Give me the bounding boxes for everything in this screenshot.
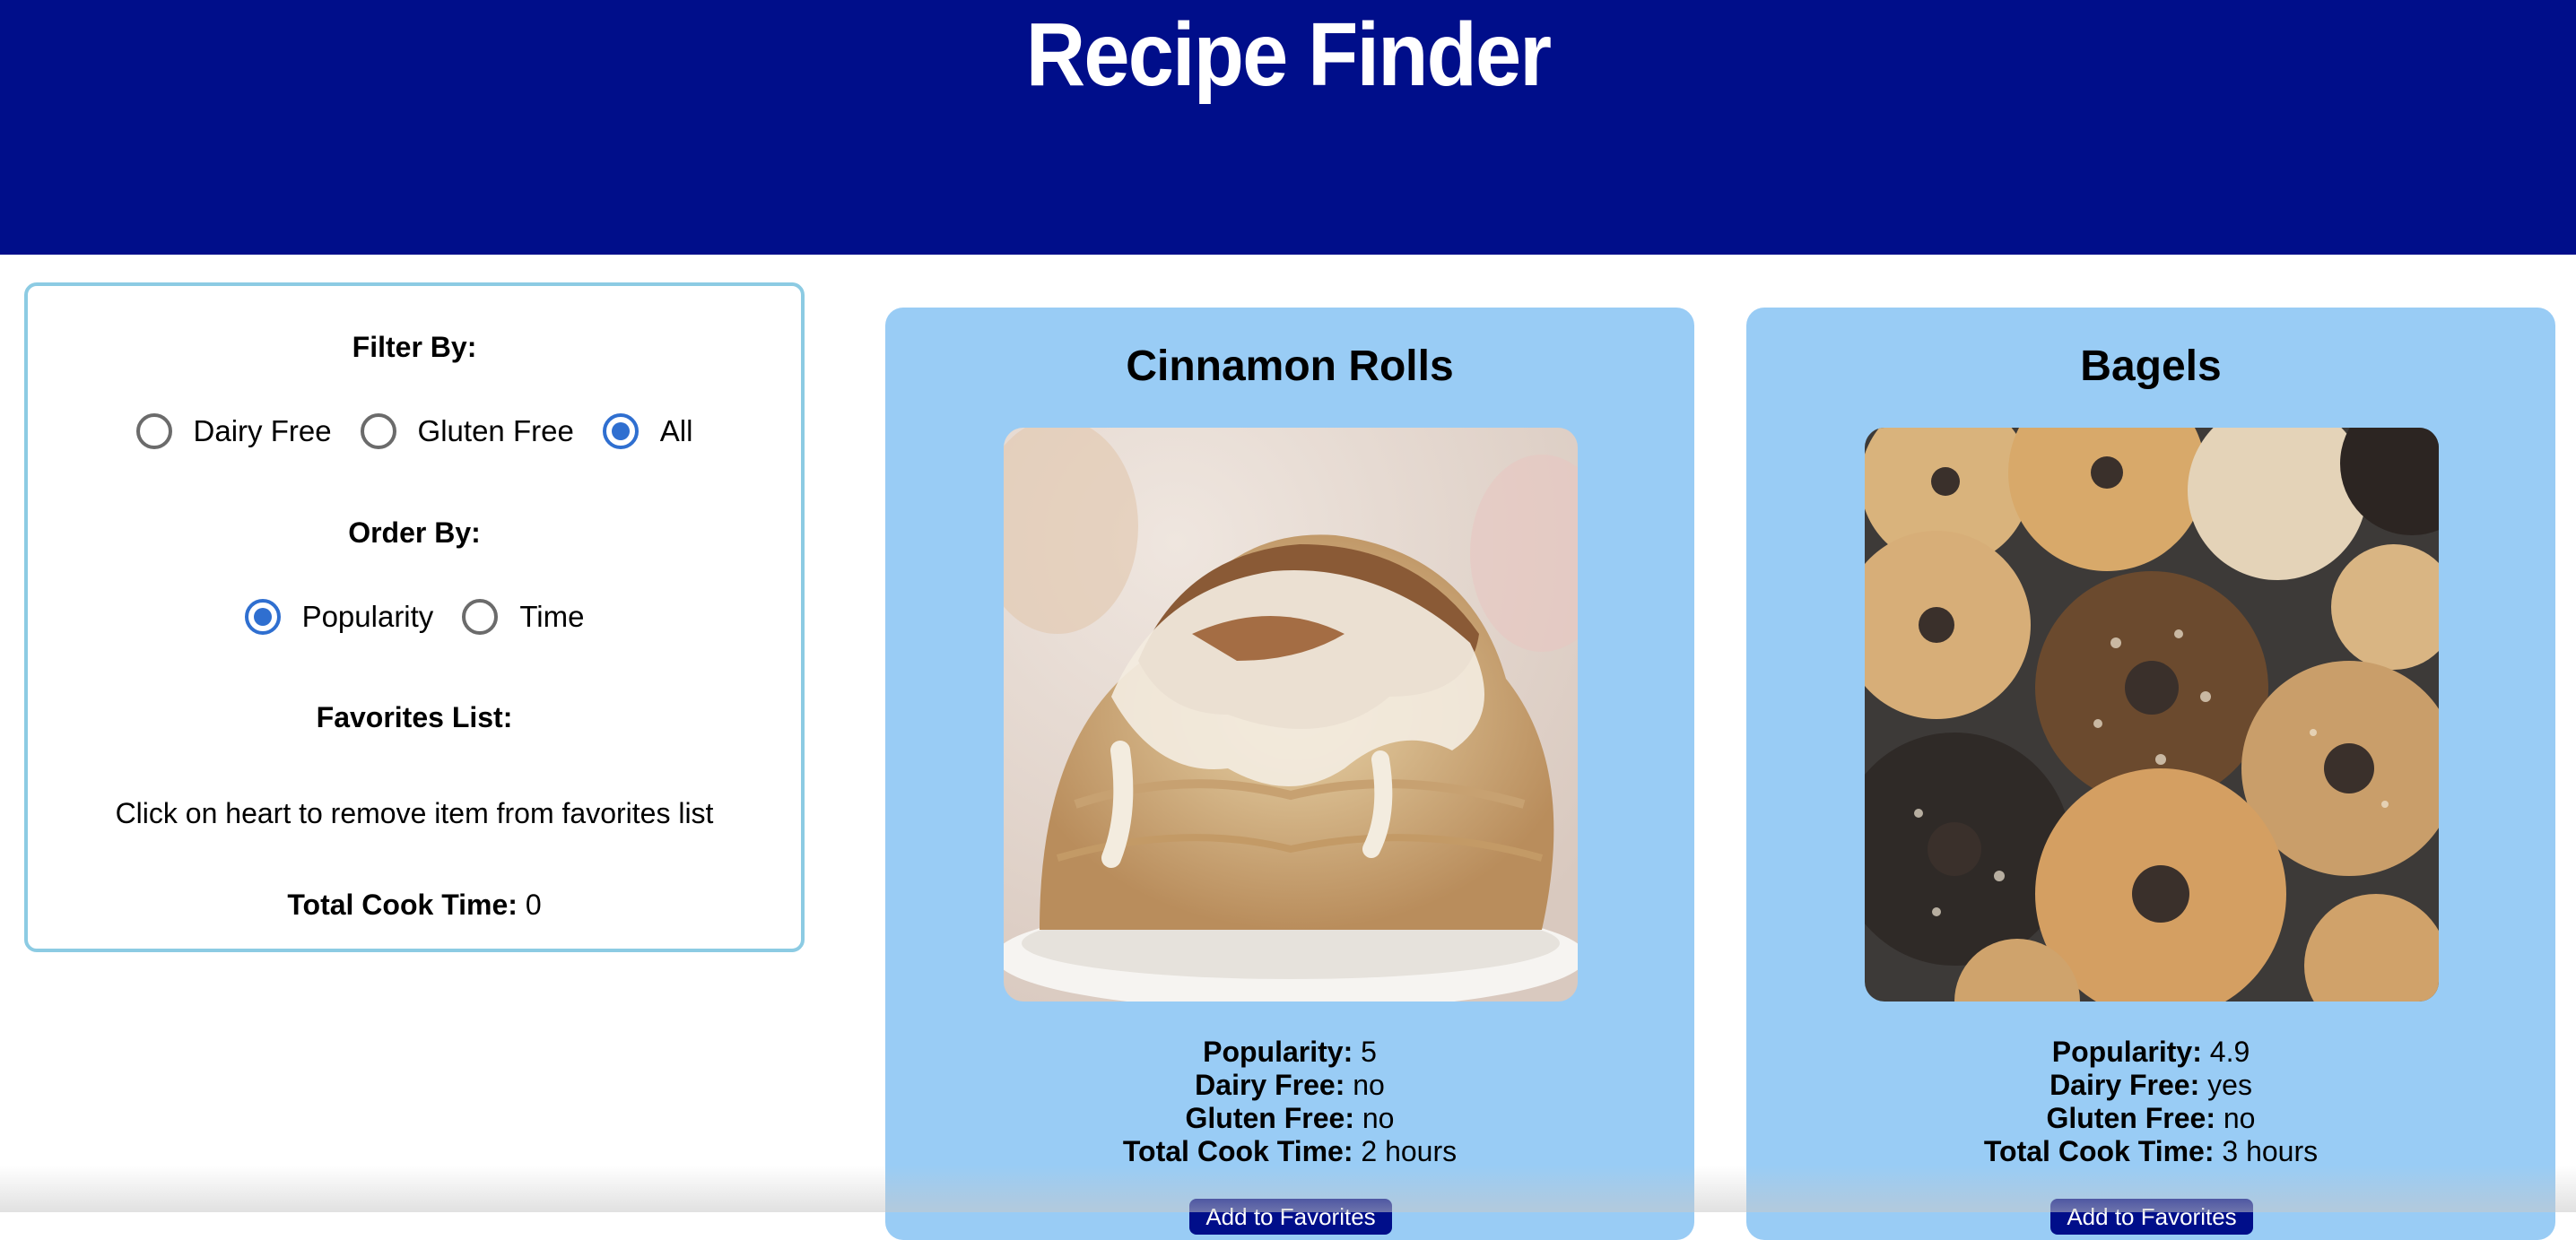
app-header: Recipe Finder [0, 0, 2576, 255]
cook-time-value: 3 hours [2222, 1135, 2319, 1167]
add-to-favorites-button[interactable]: Add to Favorites [2050, 1199, 2253, 1235]
filter-radio-group: Dairy Free Gluten Free All [28, 413, 801, 449]
dairy-free-label: Dairy Free: [2049, 1069, 2200, 1101]
favorites-heading: Favorites List: [316, 701, 513, 733]
gluten-free-value: no [1362, 1102, 1395, 1134]
dairy-free-label: Dairy Free [193, 414, 332, 447]
time-label: Time [519, 600, 585, 633]
all-label: All [659, 414, 693, 447]
filter-panel: Filter By: Dairy Free Gluten Free All Or… [24, 282, 805, 952]
gluten-free-label: Gluten Free [417, 414, 574, 447]
order-time-option[interactable]: Time [462, 599, 584, 635]
all-radio[interactable] [602, 413, 639, 449]
total-cook-time-value: 0 [525, 889, 542, 921]
recipe-info: Popularity: 4.9 Dairy Free: yes Gluten F… [1746, 1036, 2555, 1168]
dairy-free-label: Dairy Free: [1195, 1069, 1345, 1101]
filter-all-option[interactable]: All [602, 413, 693, 449]
app-title: Recipe Finder [1025, 4, 1552, 105]
popularity-label: Popularity: [1203, 1036, 1353, 1068]
total-cook-time-label: Total Cook Time: [287, 889, 518, 921]
popularity-label: Popularity: [2051, 1036, 2202, 1068]
cook-time-label: Total Cook Time: [1122, 1135, 1353, 1167]
cook-time-label: Total Cook Time: [1983, 1135, 2215, 1167]
time-radio[interactable] [462, 599, 499, 635]
popularity-radio[interactable] [244, 599, 281, 635]
order-by-heading: Order By: [348, 516, 481, 549]
popularity-value: 4.9 [2209, 1036, 2250, 1068]
panel-total-cook-time: Total Cook Time: 0 [28, 889, 801, 922]
cook-time-value: 2 hours [1361, 1135, 1458, 1167]
order-radio-group: Popularity Time [28, 599, 801, 635]
filter-gluten-free-option[interactable]: Gluten Free [360, 413, 574, 449]
gluten-free-label: Gluten Free: [2046, 1102, 2215, 1134]
recipe-card: Bagels Popularity: 4.9 Dairy Free: yes G… [1746, 308, 2555, 1240]
recipe-info: Popularity: 5 Dairy Free: no Gluten Free… [885, 1036, 1694, 1168]
add-to-favorites-button[interactable]: Add to Favorites [1189, 1199, 1392, 1235]
recipe-card: Cinnamon Rolls Popularity: 5 Dairy Free:… [885, 308, 1694, 1240]
order-popularity-option[interactable]: Popularity [244, 599, 434, 635]
dairy-free-value: yes [2207, 1069, 2252, 1101]
gluten-free-label: Gluten Free: [1185, 1102, 1354, 1134]
recipe-title: Bagels [2080, 343, 2222, 390]
dairy-free-radio[interactable] [135, 413, 172, 449]
dairy-free-value: no [1353, 1069, 1385, 1101]
recipe-image [1004, 428, 1578, 1002]
gluten-free-value: no [2223, 1102, 2256, 1134]
favorites-note: Click on heart to remove item from favor… [115, 797, 714, 829]
recipe-title: Cinnamon Rolls [1126, 343, 1454, 390]
recipe-image [1865, 428, 2439, 1002]
popularity-label: Popularity [301, 600, 434, 633]
popularity-value: 5 [1361, 1036, 1377, 1068]
gluten-free-radio[interactable] [360, 413, 396, 449]
filter-by-heading: Filter By: [352, 331, 477, 363]
filter-dairy-free-option[interactable]: Dairy Free [135, 413, 332, 449]
